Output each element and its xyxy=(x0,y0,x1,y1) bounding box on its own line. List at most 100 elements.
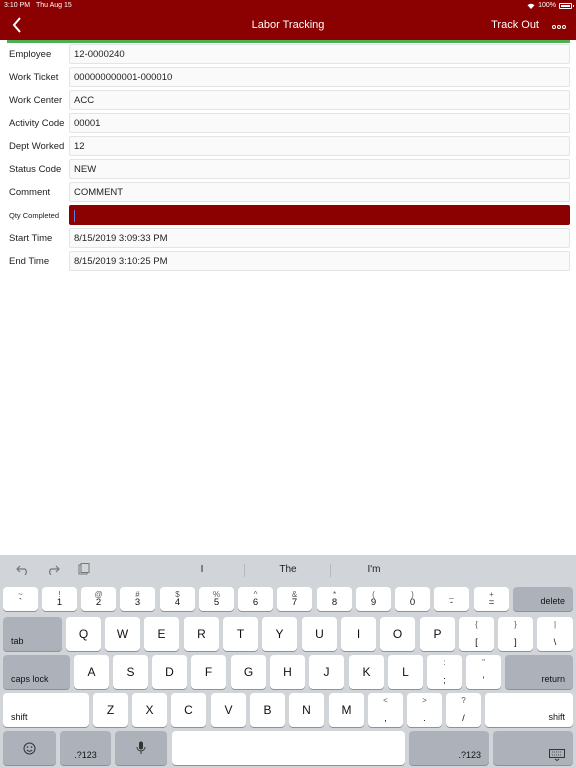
key-f[interactable]: F xyxy=(191,655,226,689)
key-semicolon[interactable]: :; xyxy=(427,655,462,689)
status-date: Thu Aug 15 xyxy=(36,2,72,9)
form-row-end-time: End Time 8/15/2019 3:10:25 PM xyxy=(0,250,576,273)
on-screen-keyboard: I The I'm ~ ` ! 1 @2 #3 $4 % 5 ^ 6 & 7 * 8 (9 … xyxy=(0,555,576,768)
key-i[interactable]: I xyxy=(341,617,376,651)
field-label: Employee xyxy=(9,49,52,60)
key-slash[interactable]: ? / xyxy=(446,693,481,727)
key-8[interactable]: * 8 xyxy=(317,587,352,611)
key-equals[interactable]: + = xyxy=(474,587,509,611)
key-minus[interactable]: _ - xyxy=(434,587,469,611)
suggestion-divider xyxy=(330,564,331,577)
key-period[interactable]: >. xyxy=(407,693,442,727)
key-h[interactable]: H xyxy=(270,655,305,689)
status-time: 3:10 PM xyxy=(4,2,31,9)
key-z[interactable]: Z xyxy=(93,693,128,727)
field-label: Work Center xyxy=(9,95,63,106)
field-label: Work Ticket xyxy=(9,72,59,83)
tab-key[interactable]: tab xyxy=(3,617,62,651)
key-quote[interactable]: " ' xyxy=(466,655,501,689)
key-1[interactable]: ! 1 xyxy=(42,587,77,611)
key-y[interactable]: Y xyxy=(262,617,297,651)
key-k[interactable]: K xyxy=(349,655,384,689)
status-bar: 3:10 PM Thu Aug 15 100% xyxy=(0,0,576,12)
key-j[interactable]: J xyxy=(309,655,344,689)
key-tilde[interactable]: ~ ` xyxy=(3,587,38,611)
key-w[interactable]: W xyxy=(105,617,140,651)
key-bracket-close[interactable]: }] xyxy=(498,617,533,651)
numeric-key-left[interactable]: .?123 xyxy=(60,731,111,765)
key-3[interactable]: #3 xyxy=(120,587,155,611)
suggestion-2[interactable]: The xyxy=(258,564,318,575)
text-caret xyxy=(74,210,75,222)
key-4[interactable]: $4 xyxy=(160,587,195,611)
key-l[interactable]: L xyxy=(388,655,423,689)
key-a[interactable]: A xyxy=(74,655,109,689)
key-e[interactable]: E xyxy=(144,617,179,651)
key-comma[interactable]: <, xyxy=(368,693,403,727)
key-d[interactable]: D xyxy=(152,655,187,689)
dept-worked-field[interactable]: 12 xyxy=(69,136,570,156)
key-2[interactable]: @2 xyxy=(81,587,116,611)
key-b[interactable]: B xyxy=(250,693,285,727)
key-x[interactable]: X xyxy=(132,693,167,727)
field-label: Comment xyxy=(9,187,51,198)
dictation-key[interactable] xyxy=(115,731,167,765)
work-center-field[interactable]: ACC xyxy=(69,90,570,110)
wifi-icon xyxy=(527,3,535,9)
key-p[interactable]: P xyxy=(420,617,455,651)
suggestion-3[interactable]: I'm xyxy=(344,564,404,575)
key-u[interactable]: U xyxy=(302,617,337,651)
return-key[interactable]: return xyxy=(505,655,573,689)
key-g[interactable]: G xyxy=(231,655,266,689)
status-code-field[interactable]: NEW xyxy=(69,159,570,179)
status-right: 100% xyxy=(527,2,574,9)
employee-field[interactable]: 12-0000240 xyxy=(69,44,570,64)
form-row-work-center: Work Center ACC xyxy=(0,89,576,112)
undo-icon[interactable] xyxy=(16,563,30,575)
more-dots-icon xyxy=(552,25,566,29)
activity-code-field[interactable]: 00001 xyxy=(69,113,570,133)
comment-field[interactable]: COMMENT xyxy=(69,182,570,202)
key-5[interactable]: % 5 xyxy=(199,587,234,611)
redo-icon[interactable] xyxy=(46,563,60,575)
battery-icon xyxy=(559,2,574,9)
key-v[interactable]: V xyxy=(211,693,246,727)
form-row-comment: Comment COMMENT xyxy=(0,181,576,204)
start-time-field[interactable]: 8/15/2019 3:09:33 PM xyxy=(69,228,570,248)
right-shift-key[interactable]: shift xyxy=(485,693,573,727)
key-o[interactable]: O xyxy=(380,617,415,651)
key-s[interactable]: S xyxy=(113,655,148,689)
caps-lock-key[interactable]: caps lock xyxy=(3,655,70,689)
form-row-qty-completed: Qty Completed xyxy=(0,204,576,227)
keyboard-hide-icon xyxy=(549,749,565,761)
key-c[interactable]: C xyxy=(171,693,206,727)
key-t[interactable]: T xyxy=(223,617,258,651)
emoji-key[interactable] xyxy=(3,731,56,765)
key-7[interactable]: & 7 xyxy=(277,587,312,611)
numeric-key-right[interactable]: .?123 xyxy=(409,731,489,765)
hide-keyboard-key[interactable] xyxy=(493,731,573,765)
key-0[interactable]: ) 0 xyxy=(395,587,430,611)
key-bracket-open[interactable]: {[ xyxy=(459,617,494,651)
field-label: Activity Code xyxy=(9,118,65,129)
battery-percent: 100% xyxy=(538,2,556,9)
space-bar[interactable] xyxy=(172,731,405,765)
key-q[interactable]: Q xyxy=(66,617,101,651)
work-ticket-field[interactable]: 000000000001-000010 xyxy=(69,67,570,87)
key-r[interactable]: R xyxy=(184,617,219,651)
key-m[interactable]: M xyxy=(329,693,364,727)
qty-completed-input[interactable] xyxy=(69,205,570,225)
app-screen: 3:10 PM Thu Aug 15 100% Labor Tracking T… xyxy=(0,0,576,768)
key-6[interactable]: ^ 6 xyxy=(238,587,273,611)
more-button[interactable] xyxy=(552,19,566,29)
key-n[interactable]: N xyxy=(289,693,324,727)
suggestion-1[interactable]: I xyxy=(172,564,232,575)
track-out-button[interactable]: Track Out xyxy=(491,19,539,31)
end-time-field[interactable]: 8/15/2019 3:10:25 PM xyxy=(69,251,570,271)
form-row-work-ticket: Work Ticket 000000000001-000010 xyxy=(0,66,576,89)
key-backslash[interactable]: | \ xyxy=(537,617,573,651)
delete-key[interactable]: delete xyxy=(513,587,573,611)
paste-icon[interactable] xyxy=(77,563,91,575)
key-9[interactable]: (9 xyxy=(356,587,391,611)
left-shift-key[interactable]: shift xyxy=(3,693,89,727)
